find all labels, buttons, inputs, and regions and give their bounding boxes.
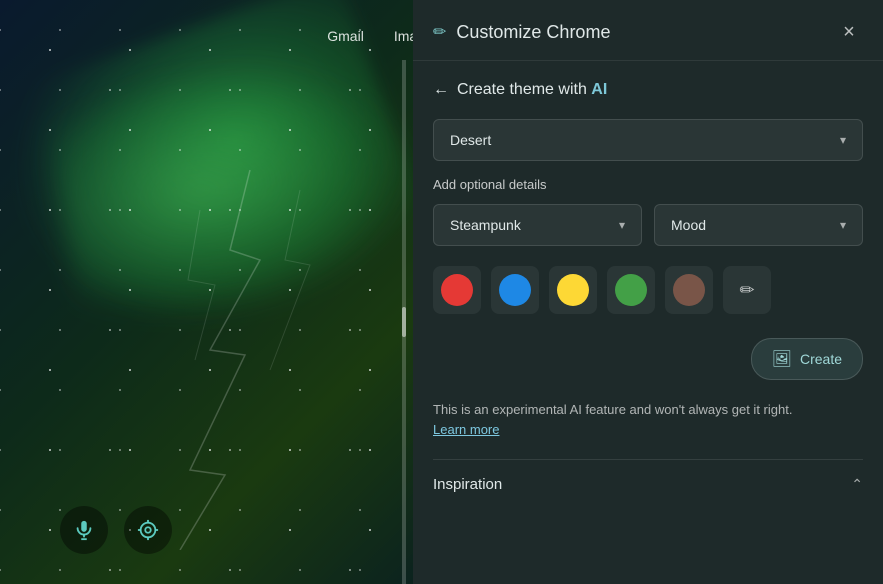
divider-handle <box>402 307 406 337</box>
create-row: 🖼 Create <box>433 338 863 380</box>
back-arrow-icon: ← <box>433 81 449 99</box>
panel-header: ✏ Customize Chrome × <box>413 0 883 61</box>
color-swatch-blue[interactable] <box>491 266 539 314</box>
bottom-controls <box>60 506 172 554</box>
style-dropdown[interactable]: Steampunk ▾ <box>433 204 642 246</box>
panel-content: ← Create theme with AI Desert ▾ Add opti… <box>413 61 883 513</box>
mood-chevron-icon: ▾ <box>840 218 846 232</box>
back-nav[interactable]: ← Create theme with AI <box>433 81 863 99</box>
panel-divider <box>402 60 406 584</box>
optional-label: Add optional details <box>433 177 863 192</box>
expand-icon: ⌃ <box>851 476 863 493</box>
pen-icon: ✏ <box>739 280 754 301</box>
green-circle <box>615 274 647 306</box>
ai-label: AI <box>591 81 607 98</box>
blue-circle <box>499 274 531 306</box>
color-swatches: ✏ <box>433 266 863 314</box>
theme-chevron-icon: ▾ <box>840 133 846 147</box>
mic-button[interactable] <box>60 506 108 554</box>
pen-color-button[interactable]: ✏ <box>723 266 771 314</box>
theme-value: Desert <box>450 132 491 148</box>
disclaimer-text: This is an experimental AI feature and w… <box>433 402 792 417</box>
brown-circle <box>673 274 705 306</box>
lens-button[interactable] <box>124 506 172 554</box>
style-chevron-icon: ▾ <box>619 218 625 232</box>
red-circle <box>441 274 473 306</box>
wand-icon: ✏ <box>433 22 446 42</box>
mood-dropdown[interactable]: Mood ▾ <box>654 204 863 246</box>
mood-value: Mood <box>671 217 706 233</box>
color-swatch-red[interactable] <box>433 266 481 314</box>
create-label: Create <box>800 351 842 367</box>
disclaimer: This is an experimental AI feature and w… <box>433 400 863 439</box>
style-value: Steampunk <box>450 217 521 233</box>
theme-dropdown[interactable]: Desert ▾ <box>433 119 863 161</box>
dropdowns-row: Steampunk ▾ Mood ▾ <box>433 204 863 246</box>
create-button[interactable]: 🖼 Create <box>751 338 863 380</box>
panel-title-row: ✏ Customize Chrome <box>433 22 610 43</box>
customize-panel: ✏ Customize Chrome × ← Create theme with… <box>413 0 883 584</box>
color-swatch-brown[interactable] <box>665 266 713 314</box>
back-label: Create theme with AI <box>457 81 607 99</box>
close-button[interactable]: × <box>835 18 863 46</box>
create-image-icon: 🖼 <box>772 349 792 369</box>
inspiration-label: Inspiration <box>433 476 502 493</box>
color-swatch-green[interactable] <box>607 266 655 314</box>
learn-more-link[interactable]: Learn more <box>433 422 499 437</box>
gmail-link[interactable]: Gmail <box>327 28 364 44</box>
inspiration-section[interactable]: Inspiration ⌃ <box>433 459 863 493</box>
lightning-streaks <box>100 150 400 550</box>
yellow-circle <box>557 274 589 306</box>
color-swatch-yellow[interactable] <box>549 266 597 314</box>
panel-title: Customize Chrome <box>456 22 610 43</box>
